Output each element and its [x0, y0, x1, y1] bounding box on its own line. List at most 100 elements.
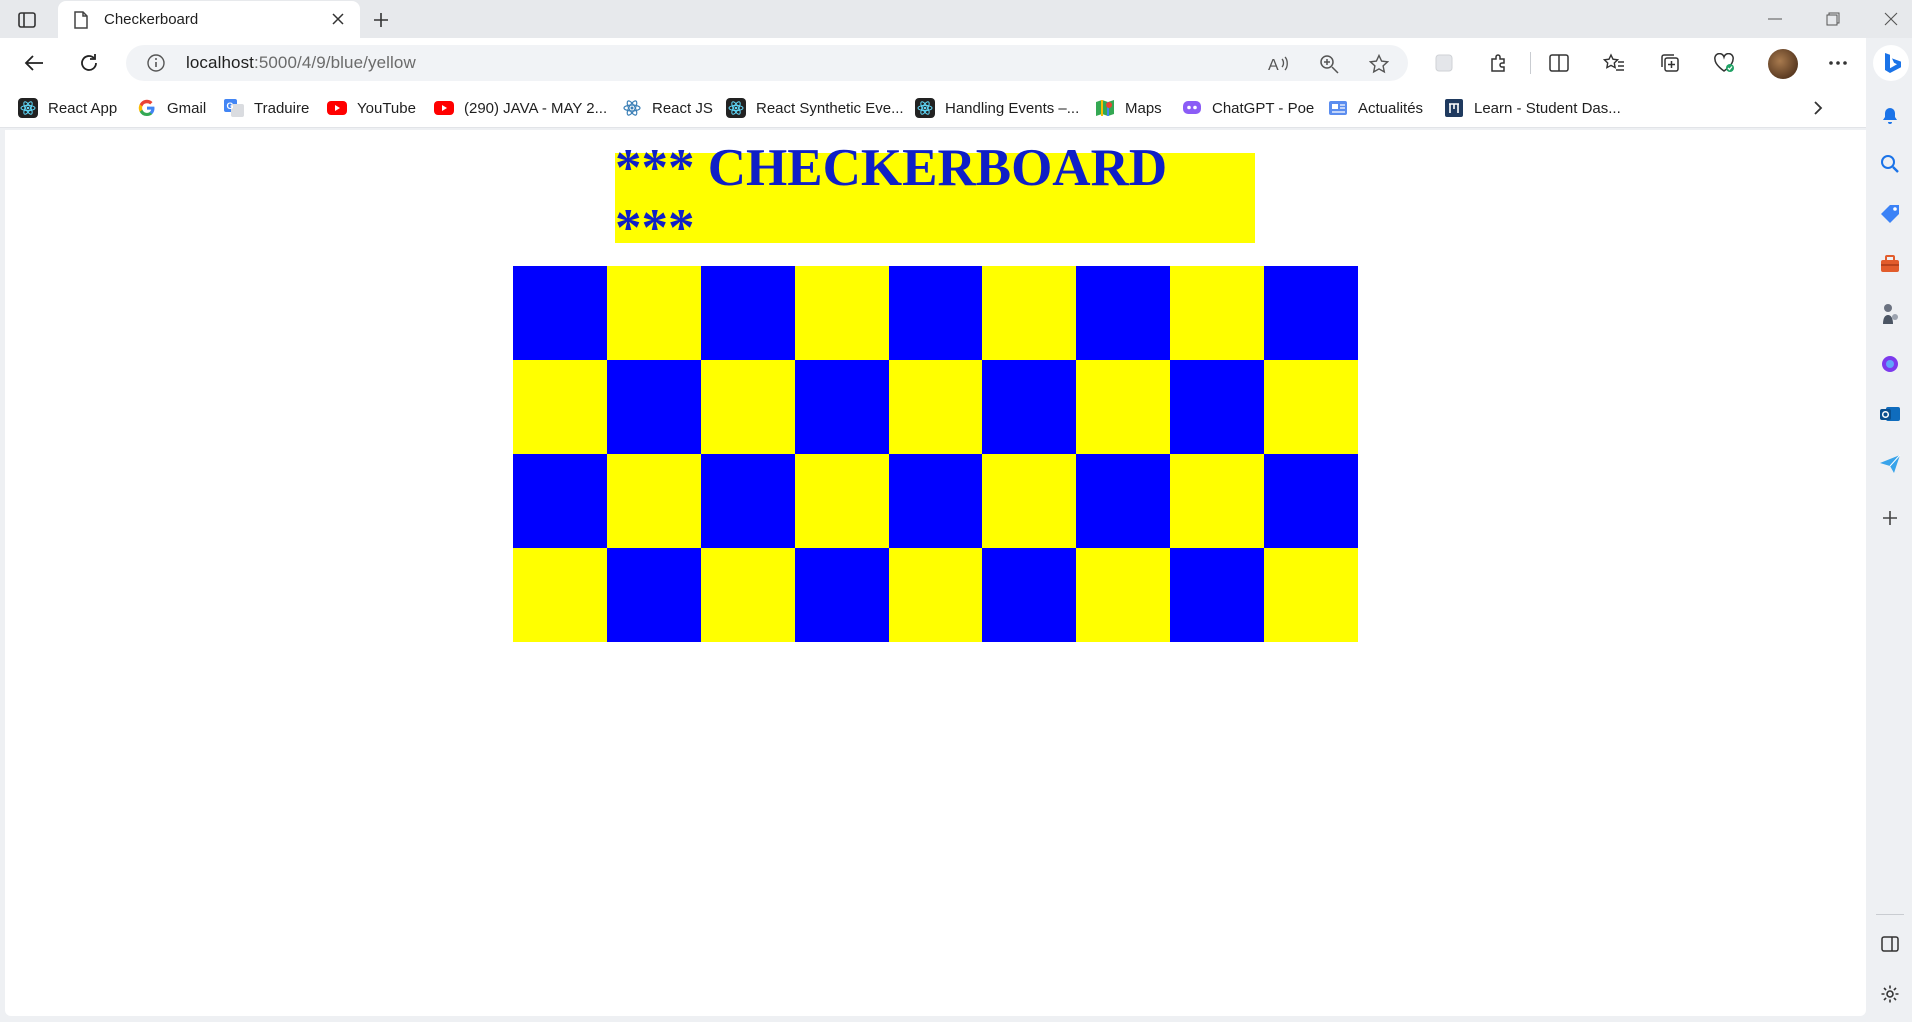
bookmark-youtube[interactable]: YouTube [327, 97, 416, 119]
bookmark-label: Handling Events –... [945, 99, 1080, 117]
restore-icon[interactable] [1818, 8, 1848, 30]
profile-avatar[interactable] [1768, 49, 1798, 79]
bookmark-handling-events[interactable]: Handling Events –... [915, 97, 1079, 119]
checkerboard [513, 266, 1358, 642]
board-cell [982, 266, 1077, 360]
outlook-icon[interactable] [1878, 402, 1902, 426]
youtube-icon [327, 98, 347, 118]
youtube-icon [434, 98, 454, 118]
board-cell [794, 360, 889, 454]
settings-gear-icon[interactable] [1878, 982, 1902, 1006]
board-cell [1170, 548, 1265, 642]
board-cell [1076, 266, 1171, 360]
learn-icon [1444, 98, 1464, 118]
tab-checkerboard[interactable]: Checkerboard [58, 1, 360, 38]
bookmark-label: React Synthetic Eve... [756, 99, 904, 117]
bookmark-label: Maps [1125, 99, 1162, 117]
bookmark-label: ChatGPT - Poe [1212, 99, 1315, 117]
favorites-icon[interactable] [1600, 49, 1628, 77]
collections-icon[interactable] [1656, 49, 1684, 77]
games-icon[interactable] [1878, 302, 1902, 326]
bookmark-gmail[interactable]: Gmail [137, 97, 206, 119]
add-icon[interactable] [1878, 506, 1902, 530]
bookmark-label: React JS [652, 99, 713, 117]
close-icon[interactable] [328, 9, 348, 29]
search-icon[interactable] [1878, 152, 1902, 176]
window-close-icon[interactable] [1876, 8, 1906, 30]
notifications-icon[interactable] [1878, 104, 1902, 128]
bookmark-java-may[interactable]: (290) JAVA - MAY 2... [434, 97, 607, 119]
split-screen-icon[interactable] [1545, 49, 1573, 77]
svg-text:A: A [1268, 57, 1279, 73]
board-cell [1264, 360, 1358, 454]
board-cell [982, 360, 1077, 454]
zoom-icon[interactable] [1316, 51, 1342, 77]
bookmarks-bar: React App Gmail G Traduire YouTube (290)… [0, 88, 1872, 128]
extensions-icon[interactable] [1485, 49, 1513, 77]
google-icon [137, 98, 157, 118]
bookmark-label: YouTube [357, 99, 416, 117]
extension-placeholder-icon[interactable] [1430, 49, 1458, 77]
read-aloud-icon[interactable]: A [1266, 51, 1292, 77]
react-icon [726, 98, 746, 118]
board-cell [794, 548, 889, 642]
bookmark-maps[interactable]: Maps [1095, 97, 1162, 119]
reload-icon[interactable] [75, 49, 103, 77]
board-cell [1076, 548, 1171, 642]
board-cell [1170, 454, 1265, 548]
send-icon[interactable] [1878, 452, 1902, 476]
hide-sidebar-icon[interactable] [1878, 932, 1902, 956]
bookmark-chatgpt-poe[interactable]: ChatGPT - Poe [1182, 97, 1314, 119]
board-cell [700, 266, 795, 360]
poe-icon [1182, 98, 1202, 118]
chevron-right-icon[interactable] [1808, 98, 1828, 118]
address-bar[interactable]: localhost:5000/4/9/blue/yellow A [126, 45, 1408, 81]
shopping-tag-icon[interactable] [1878, 202, 1902, 226]
board-cell [513, 266, 607, 360]
board-cell [1264, 454, 1358, 548]
site-info-icon[interactable] [146, 53, 166, 73]
board-cell [606, 266, 701, 360]
favorite-star-icon[interactable] [1366, 51, 1392, 77]
copilot-icon[interactable] [1873, 45, 1909, 81]
board-cell [888, 360, 983, 454]
bookmark-react-app[interactable]: React App [18, 97, 117, 119]
browser-essentials-icon[interactable] [1710, 49, 1738, 77]
board-cell [1076, 454, 1171, 548]
tools-icon[interactable] [1878, 252, 1902, 276]
bookmark-learn[interactable]: Learn - Student Das... [1444, 97, 1621, 119]
bookmark-label: (290) JAVA - MAY 2... [464, 99, 608, 117]
board-cell [888, 454, 983, 548]
board-cell [513, 360, 607, 454]
board-cell [1170, 360, 1265, 454]
microsoft-365-icon[interactable] [1878, 352, 1902, 376]
back-icon[interactable] [20, 49, 48, 77]
react-icon [622, 98, 642, 118]
bookmark-actualites[interactable]: Actualités [1328, 97, 1423, 119]
minimize-icon[interactable] [1760, 8, 1790, 30]
bookmark-label: Actualités [1358, 99, 1424, 117]
board-cell [606, 548, 701, 642]
tab-strip: Checkerboard [0, 0, 1912, 38]
board-cell [1264, 266, 1358, 360]
board-cell [982, 548, 1077, 642]
board-cell [1076, 360, 1171, 454]
board-cell [606, 360, 701, 454]
tab-title: Checkerboard [104, 11, 199, 28]
tab-actions-icon[interactable] [16, 10, 38, 30]
board-cell [794, 266, 889, 360]
more-options-icon[interactable] [1824, 49, 1852, 77]
bookmark-traduire[interactable]: G Traduire [224, 97, 309, 119]
url-text[interactable]: localhost:5000/4/9/blue/yellow [186, 53, 416, 73]
url-path: :5000/4/9/blue/yellow [254, 53, 416, 72]
board-cell [982, 454, 1077, 548]
board-cell [888, 548, 983, 642]
maps-icon [1095, 98, 1115, 118]
bookmark-react-js[interactable]: React JS [622, 97, 713, 119]
page-heading: *** CHECKERBOARD *** [615, 139, 1255, 257]
new-tab-button[interactable] [368, 7, 394, 33]
sidebar-divider [1876, 914, 1904, 915]
page-icon [74, 11, 88, 29]
bookmark-react-synthetic[interactable]: React Synthetic Eve... [726, 97, 904, 119]
url-host: localhost [186, 53, 254, 72]
